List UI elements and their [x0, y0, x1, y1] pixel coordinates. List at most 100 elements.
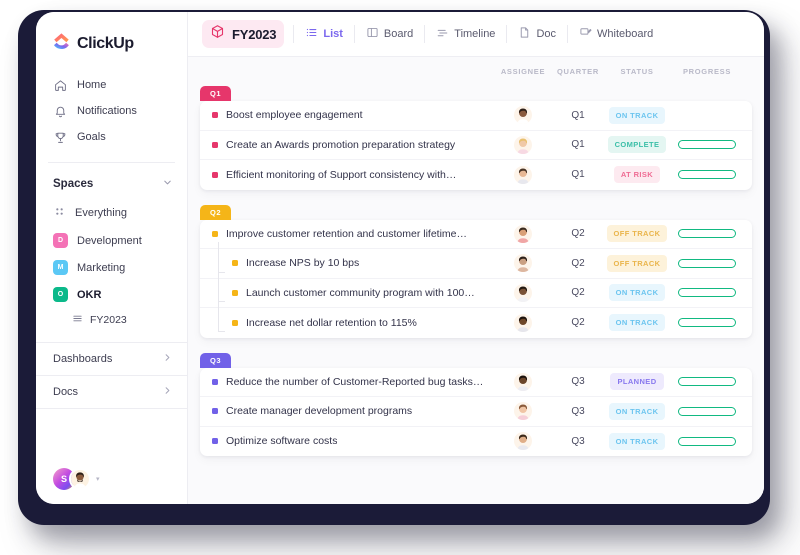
- task-name-cell[interactable]: Increase NPS by 10 bps: [200, 242, 494, 273]
- progress-cell[interactable]: [670, 288, 744, 298]
- status-cell[interactable]: ON TRACK: [604, 402, 670, 420]
- table-row[interactable]: Create an Awards promotion preparation s…: [200, 131, 752, 160]
- assignee-cell[interactable]: [494, 165, 552, 184]
- task-name-cell[interactable]: Improve customer retention and customer …: [200, 228, 494, 240]
- avatar[interactable]: [514, 283, 532, 302]
- avatar[interactable]: [514, 254, 532, 273]
- sidebar-item-marketing[interactable]: M Marketing: [36, 254, 187, 281]
- progress-cell[interactable]: [670, 318, 744, 328]
- progress-cell[interactable]: [670, 406, 744, 416]
- spaces-section-header[interactable]: Spaces: [36, 169, 187, 199]
- progress-cell[interactable]: [670, 170, 744, 180]
- status-badge[interactable]: OFF TRACK: [606, 254, 668, 272]
- task-name-cell[interactable]: Launch customer community program with 1…: [200, 271, 494, 303]
- progress-bar[interactable]: [678, 229, 736, 239]
- task-name-cell[interactable]: Boost employee engagement: [200, 109, 494, 121]
- sidebar-item-okr[interactable]: O OKR: [36, 281, 187, 308]
- sidebar-item-notifications[interactable]: Notifications: [36, 98, 187, 124]
- table-row[interactable]: Launch customer community program with 1…: [200, 271, 752, 308]
- avatar[interactable]: [514, 313, 532, 332]
- progress-bar[interactable]: [678, 318, 736, 328]
- sidebar-item-home[interactable]: Home: [36, 72, 187, 98]
- status-cell[interactable]: ON TRACK: [604, 314, 670, 332]
- status-badge[interactable]: ON TRACK: [608, 402, 666, 420]
- brand-logo[interactable]: ClickUp: [36, 12, 187, 72]
- status-cell[interactable]: ON TRACK: [604, 284, 670, 302]
- avatar[interactable]: [514, 165, 532, 184]
- progress-cell[interactable]: [670, 140, 744, 150]
- status-badge[interactable]: ON TRACK: [608, 106, 666, 124]
- status-badge[interactable]: OFF TRACK: [606, 225, 668, 243]
- progress-cell[interactable]: [670, 377, 744, 387]
- avatar[interactable]: [514, 402, 532, 421]
- status-cell[interactable]: OFF TRACK: [604, 225, 670, 243]
- assignee-cell[interactable]: [494, 432, 552, 451]
- progress-cell[interactable]: [670, 229, 744, 239]
- tab-whiteboard[interactable]: Whiteboard: [577, 23, 655, 45]
- table-row[interactable]: Boost employee engagement Q1 ON TRACK: [200, 101, 752, 131]
- quarter-cell[interactable]: Q3: [552, 436, 604, 447]
- table-row[interactable]: Create manager development programs Q3 ON …: [200, 397, 752, 427]
- avatar[interactable]: [514, 106, 532, 125]
- status-badge[interactable]: COMPLETE: [607, 136, 667, 154]
- quarter-cell[interactable]: Q3: [552, 406, 604, 417]
- chevron-down-icon[interactable]: ▾: [96, 475, 100, 483]
- group-badge[interactable]: Q1: [200, 86, 232, 101]
- sidebar-user-area[interactable]: S ▾: [36, 456, 187, 504]
- table-row[interactable]: Optimize software costs Q3 ON TRACK: [200, 427, 752, 457]
- sidebar-item-docs[interactable]: Docs: [36, 375, 187, 408]
- progress-cell[interactable]: [670, 436, 744, 446]
- status-cell[interactable]: COMPLETE: [604, 136, 670, 154]
- avatar[interactable]: [514, 432, 532, 451]
- chevron-down-icon[interactable]: [162, 177, 173, 191]
- avatar[interactable]: [514, 372, 532, 391]
- status-cell[interactable]: ON TRACK: [604, 106, 670, 124]
- progress-cell[interactable]: [670, 111, 744, 120]
- task-name-cell[interactable]: Increase net dollar retention to 115%: [200, 301, 494, 333]
- group-badge[interactable]: Q2: [200, 204, 232, 220]
- sidebar-item-goals[interactable]: Goals: [36, 124, 187, 150]
- table-row[interactable]: Efficient monitoring of Support consiste…: [200, 160, 752, 190]
- sidebar-item-fy2023[interactable]: FY2023: [36, 308, 187, 332]
- task-name-cell[interactable]: Create manager development programs: [200, 405, 494, 417]
- progress-cell[interactable]: [670, 258, 744, 268]
- quarter-cell[interactable]: Q2: [552, 287, 604, 298]
- table-row[interactable]: Improve customer retention and customer …: [200, 220, 752, 249]
- status-cell[interactable]: ON TRACK: [604, 432, 670, 450]
- assignee-cell[interactable]: [494, 283, 552, 302]
- progress-bar[interactable]: [678, 140, 736, 150]
- sidebar-item-everything[interactable]: Everything: [36, 199, 187, 227]
- task-name-cell[interactable]: Create an Awards promotion preparation s…: [200, 139, 494, 151]
- status-cell[interactable]: AT RISK: [604, 166, 670, 184]
- progress-bar[interactable]: [678, 258, 736, 268]
- table-row[interactable]: Reduce the number of Customer-Reported b…: [200, 368, 752, 397]
- assignee-cell[interactable]: [494, 372, 552, 391]
- progress-bar[interactable]: [678, 377, 736, 387]
- status-badge[interactable]: ON TRACK: [608, 432, 666, 450]
- sidebar-item-dashboards[interactable]: Dashboards: [36, 342, 187, 375]
- progress-bar[interactable]: [678, 170, 736, 180]
- status-badge[interactable]: AT RISK: [613, 166, 661, 184]
- status-badge[interactable]: ON TRACK: [608, 314, 666, 332]
- tab-board[interactable]: Board: [364, 23, 415, 45]
- status-cell[interactable]: OFF TRACK: [604, 254, 670, 272]
- quarter-cell[interactable]: Q1: [552, 139, 604, 150]
- tab-doc[interactable]: Doc: [516, 23, 558, 45]
- table-row[interactable]: Increase net dollar retention to 115% Q2 O…: [200, 301, 752, 338]
- quarter-cell[interactable]: Q1: [552, 110, 604, 121]
- task-name-cell[interactable]: Reduce the number of Customer-Reported b…: [200, 376, 494, 388]
- tab-list[interactable]: List: [303, 23, 345, 45]
- assignee-cell[interactable]: [494, 106, 552, 125]
- progress-bar[interactable]: [678, 288, 736, 298]
- table-row[interactable]: Increase NPS by 10 bps Q2 OFF TRACK: [200, 242, 752, 279]
- quarter-cell[interactable]: Q2: [552, 317, 604, 328]
- assignee-cell[interactable]: [494, 402, 552, 421]
- status-badge[interactable]: PLANNED: [610, 373, 664, 391]
- avatar[interactable]: [514, 135, 532, 154]
- list-title-chip[interactable]: FY2023: [202, 20, 285, 48]
- quarter-cell[interactable]: Q2: [552, 258, 604, 269]
- quarter-cell[interactable]: Q2: [552, 228, 604, 239]
- task-name-cell[interactable]: Optimize software costs: [200, 435, 494, 447]
- avatar[interactable]: [69, 468, 91, 490]
- assignee-cell[interactable]: [494, 135, 552, 154]
